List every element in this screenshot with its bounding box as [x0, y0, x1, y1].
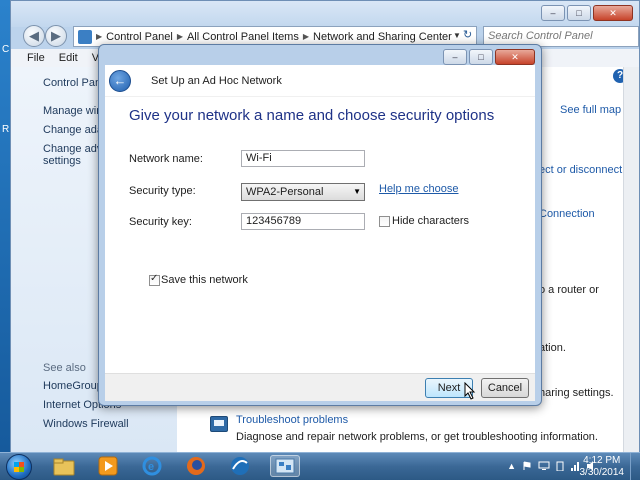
breadcrumb-separator: ▶ [96, 32, 102, 41]
refresh-icon[interactable]: ↻ [463, 28, 472, 41]
display-icon[interactable] [538, 461, 550, 473]
hide-characters-checkbox[interactable] [379, 216, 390, 227]
help-me-choose-link[interactable]: Help me choose [379, 183, 459, 195]
network-name-label: Network name: [129, 153, 203, 165]
clock-date: 3/30/2014 [580, 467, 625, 479]
body-text: haring settings. [539, 387, 614, 399]
flag-icon[interactable] [522, 461, 532, 473]
security-type-value: WPA2-Personal [246, 186, 323, 198]
cancel-button[interactable]: Cancel [481, 378, 529, 398]
dialog-close-button[interactable]: ✕ [495, 49, 535, 65]
taskbar: e ▲ 4:12 PM 3/30/2014 [0, 452, 640, 480]
explorer-folder-icon[interactable] [52, 455, 76, 477]
connect-disconnect-link[interactable]: ect or disconnect [539, 164, 622, 176]
show-desktop-button[interactable] [630, 453, 640, 480]
battery-icon[interactable] [556, 461, 564, 473]
troubleshoot-description: Diagnose and repair network problems, or… [236, 431, 598, 443]
app-icon[interactable] [228, 455, 252, 477]
system-clock[interactable]: 4:12 PM 3/30/2014 [580, 455, 625, 479]
close-button[interactable]: ✕ [593, 5, 633, 21]
start-button[interactable] [6, 454, 32, 480]
firefox-icon[interactable] [184, 455, 208, 477]
clock-time: 4:12 PM [580, 455, 625, 467]
network-icon[interactable] [570, 461, 580, 473]
dialog-title: Set Up an Ad Hoc Network [151, 75, 282, 87]
breadcrumb-separator: ▶ [177, 32, 183, 41]
security-key-label: Security key: [129, 216, 192, 228]
address-dropdown-icon[interactable]: ▼ [453, 31, 461, 40]
breadcrumb-network-sharing[interactable]: Network and Sharing Center [313, 31, 452, 43]
save-network-label: Save this network [161, 274, 248, 286]
breadcrumb-control-panel[interactable]: Control Panel [106, 31, 173, 43]
security-type-label: Security type: [129, 185, 196, 197]
mouse-cursor-icon [464, 382, 476, 400]
security-type-select[interactable]: WPA2-Personal ▼ [241, 183, 365, 201]
desktop-icon-label: C [2, 44, 9, 55]
troubleshoot-icon [210, 416, 228, 432]
maximize-button[interactable]: □ [567, 5, 591, 21]
back-button[interactable]: ◀ [23, 25, 45, 47]
desktop-icon-label: R [2, 124, 9, 135]
control-panel-icon [78, 30, 92, 44]
hide-characters-label: Hide characters [392, 215, 469, 227]
scrollbar[interactable] [623, 67, 639, 453]
chevron-down-icon: ▼ [353, 186, 361, 198]
dialog-minimize-button[interactable]: – [443, 49, 467, 65]
tray-arrow-icon[interactable]: ▲ [507, 461, 516, 473]
dialog-content: Give your network a name and choose secu… [105, 97, 535, 373]
control-panel-icon[interactable] [270, 455, 300, 477]
see-also-link[interactable]: Windows Firewall [43, 418, 173, 430]
ad-hoc-network-dialog: – □ ✕ ← Set Up an Ad Hoc Network Give yo… [98, 44, 542, 406]
troubleshoot-link[interactable]: Troubleshoot problems [236, 414, 348, 426]
network-name-input[interactable]: Wi-Fi [241, 150, 365, 167]
minimize-button[interactable]: – [541, 5, 565, 21]
media-player-icon[interactable] [96, 455, 120, 477]
internet-explorer-icon[interactable]: e [140, 455, 164, 477]
connection-link[interactable]: Connection [539, 208, 595, 220]
dialog-heading: Give your network a name and choose secu… [129, 107, 494, 124]
dialog-header: ← Set Up an Ad Hoc Network [105, 65, 535, 97]
breadcrumb-all-items[interactable]: All Control Panel Items [187, 31, 299, 43]
save-network-checkbox[interactable] [149, 275, 160, 286]
body-text: ation. [539, 342, 566, 354]
see-full-map-link[interactable]: See full map [560, 104, 621, 116]
dialog-maximize-button[interactable]: □ [469, 49, 493, 65]
svg-text:e: e [148, 461, 154, 473]
security-key-input[interactable]: 123456789 [241, 213, 365, 230]
body-text: o a router or [539, 284, 599, 296]
menu-edit[interactable]: Edit [59, 49, 78, 67]
menu-file[interactable]: File [27, 49, 45, 67]
forward-button[interactable]: ▶ [45, 25, 67, 47]
breadcrumb-separator: ▶ [303, 32, 309, 41]
back-arrow-icon[interactable]: ← [109, 70, 131, 92]
